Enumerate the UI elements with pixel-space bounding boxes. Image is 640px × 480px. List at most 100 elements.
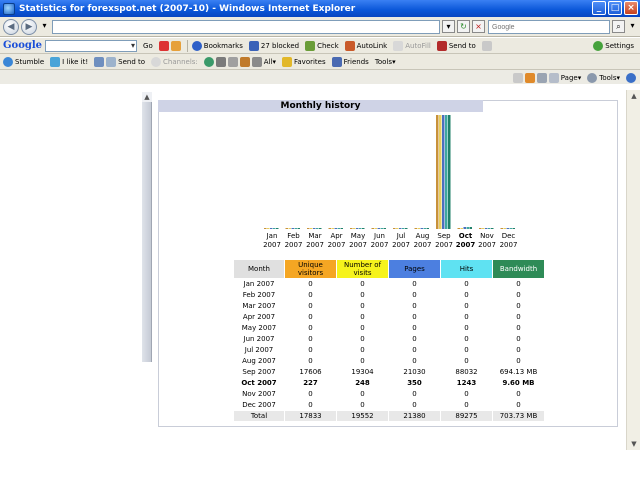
help-icon[interactable] bbox=[626, 72, 636, 83]
chart-month-label: Apr 2007 bbox=[325, 232, 349, 250]
chart-bar bbox=[405, 228, 408, 229]
search-icon[interactable]: ⌕ bbox=[612, 20, 625, 33]
spellcheck-button[interactable]: Check bbox=[305, 40, 339, 51]
print-icon[interactable] bbox=[536, 72, 547, 83]
forward-icon[interactable]: ▶ bbox=[21, 19, 37, 35]
google-go-button[interactable]: Go bbox=[143, 42, 153, 50]
cell-value: 350 bbox=[407, 379, 422, 387]
scroll-down-arrow-icon[interactable]: ▼ bbox=[627, 438, 640, 450]
address-dropdown-icon[interactable]: ▾ bbox=[442, 20, 455, 33]
month-name: Nov bbox=[480, 232, 494, 240]
channel-video-icon[interactable] bbox=[239, 56, 250, 67]
history-dropdown-icon[interactable]: ▾ bbox=[38, 20, 51, 33]
url-input[interactable] bbox=[52, 20, 440, 34]
stumble-button[interactable]: Stumble bbox=[3, 56, 44, 67]
table-total-row: Total 17833 19552 21380 89275 703.73 MB bbox=[234, 411, 544, 421]
page-menu-button[interactable]: Page ▾ bbox=[548, 72, 581, 83]
google-search-input[interactable] bbox=[45, 39, 138, 52]
chart-bar bbox=[396, 228, 399, 229]
chart-bar bbox=[488, 228, 491, 229]
channel-web-icon[interactable] bbox=[203, 56, 214, 67]
month-name: May bbox=[350, 232, 366, 240]
sendto-button[interactable]: Send to bbox=[436, 40, 476, 51]
cell-month: Jun 2007 bbox=[243, 335, 275, 343]
cell-value: 9.60 MB bbox=[502, 379, 535, 387]
chart-bar bbox=[380, 228, 383, 229]
comment-icon[interactable] bbox=[151, 56, 162, 67]
chart-month-label: Oct 2007 bbox=[454, 232, 478, 250]
chart-bar bbox=[436, 115, 439, 229]
settings-button[interactable]: Settings bbox=[593, 40, 634, 51]
cell-value: 703.73 MB bbox=[493, 411, 544, 421]
home-icon[interactable] bbox=[512, 72, 523, 83]
month-name: Aug bbox=[415, 232, 430, 240]
cell-value: 0 bbox=[360, 324, 365, 332]
chart-bar bbox=[294, 228, 297, 229]
cell-value: 0 bbox=[308, 401, 313, 409]
cell-value: 0 bbox=[360, 313, 365, 321]
chart-month-label: Feb 2007 bbox=[282, 232, 306, 250]
month-name: Dec bbox=[501, 232, 516, 240]
popup-blocker-button[interactable]: 27 blocked bbox=[248, 40, 299, 51]
favorites-button[interactable]: Favorites bbox=[282, 56, 326, 67]
like-button[interactable]: I like it! bbox=[50, 56, 88, 67]
cell-value: 19304 bbox=[351, 368, 374, 376]
month-year: 2007 bbox=[263, 241, 281, 249]
minimize-button[interactable]: _ bbox=[592, 1, 606, 15]
scroll-up-arrow-icon[interactable]: ▲ bbox=[627, 90, 640, 102]
month-year: 2007 bbox=[370, 241, 389, 249]
bookmarks-button[interactable]: Bookmarks bbox=[191, 40, 243, 51]
stumble-tools-button[interactable]: Tools ▾ bbox=[375, 58, 396, 66]
cell-value: 0 bbox=[412, 390, 417, 398]
stumble-sendto-button[interactable]: Send to bbox=[106, 56, 145, 67]
cell-value: 0 bbox=[464, 357, 469, 365]
chart-bar bbox=[350, 228, 353, 229]
chart-bar bbox=[393, 228, 396, 229]
chart-bar bbox=[457, 228, 460, 229]
chart-month-label: Jul 2007 bbox=[389, 232, 413, 250]
dislike-icon[interactable] bbox=[94, 56, 105, 67]
back-icon[interactable]: ◀ bbox=[3, 19, 19, 35]
chart-bar bbox=[506, 228, 509, 229]
chart-month-label: Nov 2007 bbox=[475, 232, 499, 250]
chart-bar bbox=[414, 228, 417, 229]
close-button[interactable]: × bbox=[624, 1, 638, 15]
cell-value: 88032 bbox=[455, 368, 478, 376]
vertical-scrollbar[interactable]: ▲ ▼ bbox=[626, 90, 640, 450]
rss-icon[interactable] bbox=[170, 40, 181, 51]
chart-bar bbox=[503, 228, 506, 229]
chart-bar bbox=[439, 115, 442, 229]
refresh-icon[interactable]: ↻ bbox=[457, 20, 470, 33]
cell-value: 21030 bbox=[403, 368, 426, 376]
cell-value: 694.13 MB bbox=[499, 368, 538, 376]
chart-bar bbox=[307, 228, 310, 229]
autolink-button[interactable]: AutoLink bbox=[344, 40, 387, 51]
cell-month: Total bbox=[234, 411, 284, 421]
autofill-button[interactable]: AutoFill bbox=[393, 40, 431, 51]
chart-bar bbox=[313, 228, 316, 229]
month-year: 2007 bbox=[455, 241, 476, 249]
maximize-button[interactable]: □ bbox=[608, 1, 622, 15]
friends-button[interactable]: Friends bbox=[331, 56, 369, 67]
search-input[interactable] bbox=[488, 20, 610, 34]
table-body: Jan 2007 0 0 0 0 0 Feb 2007 0 0 0 0 0 Mar 2007 0 0 0 0 0 A… bbox=[234, 279, 544, 421]
pen-icon[interactable] bbox=[481, 40, 492, 51]
cell-value: 0 bbox=[308, 313, 313, 321]
cell-value: 89275 bbox=[441, 411, 492, 421]
channel-photo-icon[interactable] bbox=[215, 56, 226, 67]
all-channels-button[interactable]: All ▾ bbox=[264, 58, 276, 66]
gmail-icon[interactable] bbox=[158, 40, 169, 51]
left-frame-scrollbar[interactable]: ▲ bbox=[142, 92, 152, 362]
scroll-up-icon[interactable]: ▲ bbox=[142, 92, 152, 102]
stop-icon[interactable]: × bbox=[472, 20, 485, 33]
cell-month: Oct 2007 bbox=[241, 379, 277, 387]
month-year: 2007 bbox=[435, 241, 453, 249]
cell-value: 0 bbox=[308, 346, 313, 354]
tools-menu-button[interactable]: Tools ▾ bbox=[587, 72, 620, 83]
feeds-icon[interactable] bbox=[524, 72, 535, 83]
channel-link-icon[interactable] bbox=[227, 56, 238, 67]
cell-value: 0 bbox=[412, 302, 417, 310]
channel-news-icon[interactable] bbox=[251, 56, 262, 67]
search-options-icon[interactable]: ▾ bbox=[626, 20, 639, 33]
chart-month-label: Jun 2007 bbox=[368, 232, 392, 250]
